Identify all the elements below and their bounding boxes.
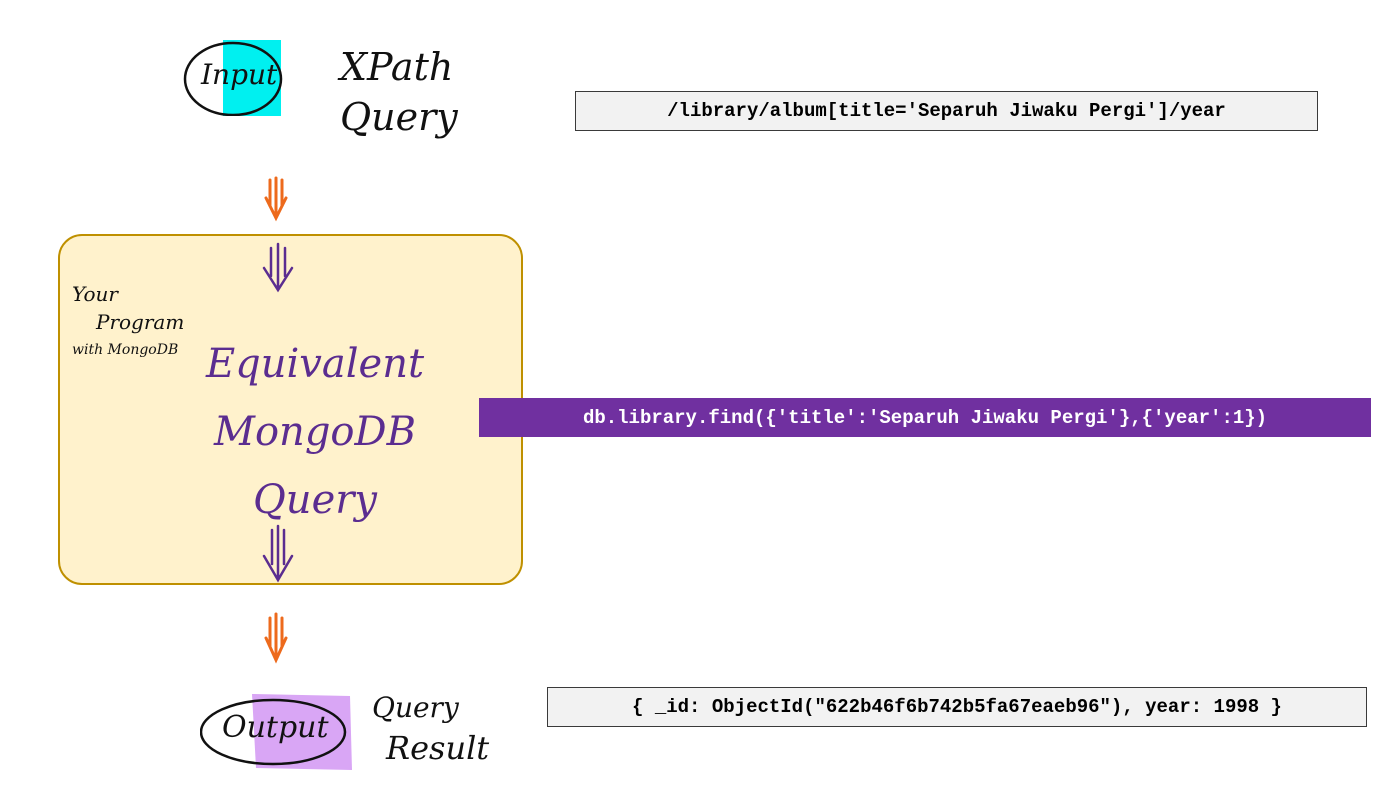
xpath-query-label: XPath Query	[340, 45, 458, 139]
mongo-query-box: db.library.find({'title':'Separuh Jiwaku…	[479, 398, 1371, 437]
input-label: Input	[201, 58, 278, 91]
query-result-text: { _id: ObjectId("622b46f6b742b5fa67eaeb9…	[632, 696, 1282, 718]
arrow-down-icon	[262, 242, 294, 293]
output-label: Output	[222, 710, 329, 745]
query-result-label: Query Result	[372, 691, 490, 767]
program-title: Equivalent MongoDB Query	[205, 341, 425, 523]
input-badge: Input	[183, 40, 283, 116]
mongo-query-text: db.library.find({'title':'Separuh Jiwaku…	[582, 406, 1268, 429]
arrow-down-icon	[264, 176, 288, 222]
query-result-box: { _id: ObjectId("622b46f6b742b5fa67eaeb9…	[547, 687, 1367, 727]
arrow-down-icon	[264, 612, 288, 664]
xpath-query-text: /library/album[title='Separuh Jiwaku Per…	[667, 100, 1226, 122]
output-badge: Output	[200, 690, 360, 770]
xpath-query-box: /library/album[title='Separuh Jiwaku Per…	[575, 91, 1318, 131]
